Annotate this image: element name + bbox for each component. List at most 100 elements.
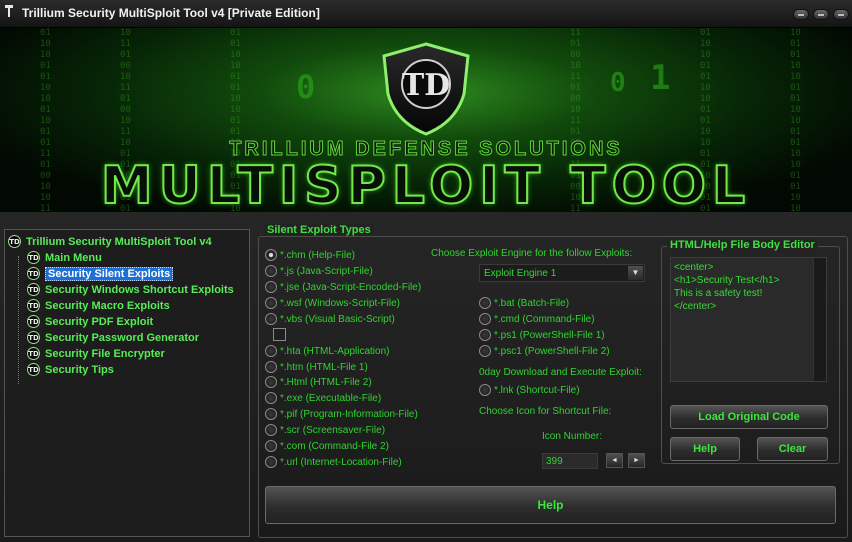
td-icon: TD — [27, 331, 40, 344]
nav-tree: TD Trillium Security MultiSploit Tool v4… — [4, 229, 250, 537]
help-button[interactable]: Help — [265, 486, 836, 524]
window-title: Trillium Security MultiSploit Tool v4 [P… — [22, 6, 320, 20]
radio-dot — [265, 361, 277, 373]
radio-jse[interactable]: *.jse (Java-Script-Encoded-File) — [265, 280, 421, 294]
radio-label: *.Html (HTML-File 2) — [280, 376, 372, 388]
radio-html[interactable]: *.Html (HTML-File 2) — [265, 375, 372, 389]
radio-label: *.psc1 (PowerShell-File 2) — [494, 345, 610, 357]
td-icon: TD — [27, 347, 40, 360]
td-logo-text: TD — [401, 68, 451, 103]
editor-scrollbar[interactable] — [813, 258, 826, 381]
radio-psc1[interactable]: *.psc1 (PowerShell-File 2) — [479, 344, 610, 358]
td-icon: TD — [27, 315, 40, 328]
engine-selected: Exploit Engine 1 — [484, 268, 557, 279]
radio-dot — [265, 376, 277, 388]
radio-htm[interactable]: *.htm (HTML-File 1) — [265, 360, 368, 374]
radio-com[interactable]: *.com (Command-File 2) — [265, 439, 389, 453]
load-original-code-button[interactable]: Load Original Code — [670, 405, 828, 429]
radio-wsf[interactable]: *.wsf (Windows-Script-File) — [265, 296, 400, 310]
td-icon: TD — [27, 299, 40, 312]
tree-root[interactable]: TD Trillium Security MultiSploit Tool v4 — [8, 234, 212, 249]
engine-label: Choose Exploit Engine for the follow Exp… — [431, 248, 633, 259]
tree-item-password-generator[interactable]: TD Security Password Generator — [27, 330, 199, 345]
radio-dot — [479, 329, 491, 341]
radio-pif[interactable]: *.pif (Program-Information-File) — [265, 407, 418, 421]
minimize-button[interactable] — [793, 9, 809, 20]
radio-dot — [479, 297, 491, 309]
close-button[interactable] — [833, 9, 849, 20]
radio-dot — [265, 408, 277, 420]
radio-label: *.pif (Program-Information-File) — [280, 408, 418, 420]
td-icon: TD — [8, 235, 21, 248]
spin-up-button[interactable]: ► — [628, 453, 645, 468]
radio-label: *.ps1 (PowerShell-File 1) — [494, 329, 605, 341]
editor-title: HTML/Help File Body Editor — [667, 239, 818, 251]
radio-label: *.js (Java-Script-File) — [280, 265, 373, 277]
td-icon: TD — [27, 251, 40, 264]
help-button-small[interactable]: Help — [670, 437, 740, 461]
tree-item-pdf-exploit[interactable]: TD Security PDF Exploit — [27, 314, 153, 329]
radio-url[interactable]: *.url (Internet-Location-File) — [265, 455, 402, 469]
icon-number-label: Icon Number: — [542, 431, 603, 442]
radio-ps1[interactable]: *.ps1 (PowerShell-File 1) — [479, 328, 605, 342]
editor-line: </center> — [674, 301, 717, 312]
radio-js[interactable]: *.js (Java-Script-File) — [265, 264, 373, 278]
zero-day-label: 0day Download and Execute Exploit: — [479, 367, 642, 378]
td-icon: TD — [27, 283, 40, 296]
tree-item-file-encrypter[interactable]: TD Security File Encrypter — [27, 346, 165, 361]
radio-label: *.lnk (Shortcut-File) — [494, 384, 580, 396]
radio-dot — [479, 384, 491, 396]
tree-item-main-menu[interactable]: TD Main Menu — [27, 250, 102, 265]
editor-line: <h1>Security Test</h1> — [674, 275, 780, 286]
tree-root-label: Trillium Security MultiSploit Tool v4 — [26, 235, 212, 248]
radio-exe[interactable]: *.exe (Executable-File) — [265, 391, 381, 405]
radio-label: *.vbs (Visual Basic-Script) — [280, 313, 395, 325]
radio-hta[interactable]: *.hta (HTML-Application) — [265, 344, 389, 358]
tree-item-label: Security Password Generator — [45, 331, 200, 344]
options-checkbox[interactable] — [273, 328, 286, 341]
tree-item-label: Security Windows Shortcut Exploits — [45, 283, 234, 296]
tree-item-silent-exploits[interactable]: TD Security Silent Exploits — [27, 266, 174, 281]
td-icon: TD — [27, 267, 40, 280]
html-body-editor[interactable]: <center> <h1>Security Test</h1> This is … — [670, 257, 827, 382]
tree-item-shortcut-exploits[interactable]: TD Security Windows Shortcut Exploits — [27, 282, 234, 297]
radio-dot — [265, 345, 277, 357]
radio-chm[interactable]: *.chm (Help-File) — [265, 248, 355, 262]
icon-number-input[interactable]: 399 — [542, 453, 598, 469]
close-icon — [838, 14, 844, 16]
editor-line: This is a safety test! — [674, 288, 763, 299]
radio-label: *.url (Internet-Location-File) — [280, 456, 402, 468]
app-icon — [5, 5, 13, 17]
title-bar: Trillium Security MultiSploit Tool v4 [P… — [0, 0, 852, 28]
spin-down-button[interactable]: ◄ — [606, 453, 623, 468]
radio-vbs[interactable]: *.vbs (Visual Basic-Script) — [265, 312, 395, 326]
tree-item-security-tips[interactable]: TD Security Tips — [27, 362, 114, 377]
radio-label: *.hta (HTML-Application) — [280, 345, 390, 357]
radio-scr[interactable]: *.scr (Screensaver-File) — [265, 423, 385, 437]
radio-dot — [265, 424, 277, 436]
radio-dot — [265, 265, 277, 277]
radio-dot — [265, 249, 277, 261]
tree-item-label: Security Tips — [45, 363, 114, 376]
maximize-button[interactable] — [813, 9, 829, 20]
engine-select[interactable]: Exploit Engine 1 ▼ — [479, 264, 645, 282]
radio-bat[interactable]: *.bat (Batch-File) — [479, 296, 569, 310]
maximize-icon — [818, 14, 824, 16]
radio-dot — [265, 281, 277, 293]
tree-item-label: Security Silent Exploits — [45, 266, 174, 281]
clear-button[interactable]: Clear — [757, 437, 828, 461]
exploit-types-title: Silent Exploit Types — [264, 224, 374, 236]
radio-label: *.htm (HTML-File 1) — [280, 361, 368, 373]
radio-dot — [265, 440, 277, 452]
radio-lnk[interactable]: *.lnk (Shortcut-File) — [479, 383, 580, 397]
radio-cmd[interactable]: *.cmd (Command-File) — [479, 312, 595, 326]
tree-item-macro-exploits[interactable]: TD Security Macro Exploits — [27, 298, 170, 313]
radio-label: *.chm (Help-File) — [280, 249, 356, 261]
radio-label: *.wsf (Windows-Script-File) — [280, 297, 401, 309]
chevron-down-icon[interactable]: ▼ — [628, 266, 643, 280]
radio-dot — [265, 297, 277, 309]
minimize-icon — [798, 14, 804, 16]
radio-label: *.com (Command-File 2) — [280, 440, 389, 452]
td-icon: TD — [27, 363, 40, 376]
radio-dot — [479, 345, 491, 357]
